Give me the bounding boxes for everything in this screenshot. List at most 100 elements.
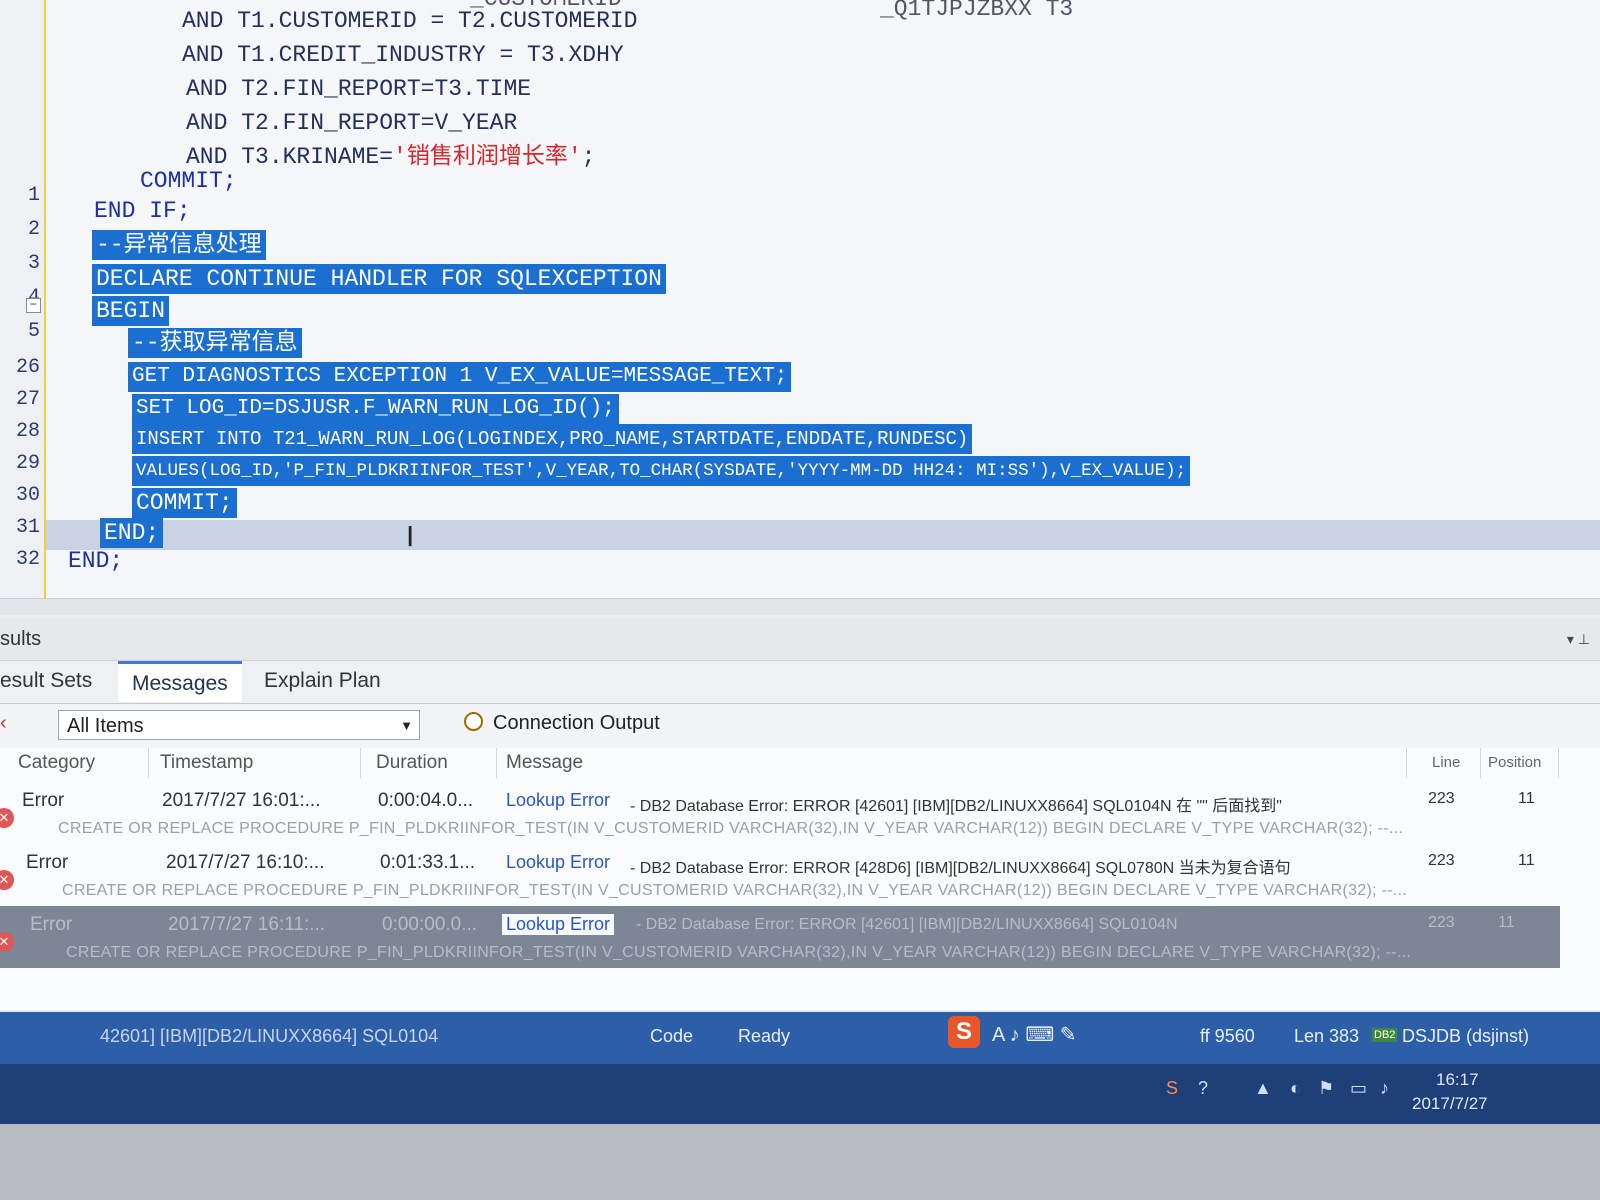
text-cursor-icon: I bbox=[406, 520, 415, 553]
results-header: sults ▾ ⊥ bbox=[0, 618, 1600, 661]
duration-cell: 0:00:04.0... bbox=[378, 790, 474, 811]
status-bar: 42601] [IBM][DB2/LINUXX8664] SQL0104 Cod… bbox=[0, 1012, 1600, 1064]
line-number: 3 bbox=[27, 252, 40, 275]
display-icon[interactable]: ▭ bbox=[1350, 1078, 1367, 1099]
column-header-category[interactable]: Category bbox=[18, 748, 149, 778]
network-icon[interactable]: ◐ bbox=[1290, 1078, 1301, 1099]
line-number: 30 bbox=[15, 484, 40, 507]
code-line: AND T2.FIN_REPORT=T3.TIME bbox=[186, 76, 532, 102]
position-cell: 11 bbox=[1518, 790, 1535, 807]
clock-time[interactable]: 16:17 bbox=[1436, 1070, 1479, 1090]
line-number: 28 bbox=[15, 420, 40, 443]
line-number: 1 bbox=[27, 184, 40, 207]
results-panel: sults ▾ ⊥ esult Sets Messages Explain Pl… bbox=[0, 618, 1600, 1010]
results-tabs: esult Sets Messages Explain Plan bbox=[0, 661, 1600, 704]
status-offset: ff 9560 bbox=[1200, 1026, 1255, 1046]
selected-code-line: --获取异常信息 bbox=[128, 328, 302, 358]
selected-code-line: GET DIAGNOSTICS EXCEPTION 1 V_EX_VALUE=M… bbox=[128, 362, 792, 392]
string-literal: '销售利润增长率' bbox=[393, 144, 582, 170]
sql-text-cell: CREATE OR REPLACE PROCEDURE P_FIN_PLDKRI… bbox=[62, 882, 1408, 899]
line-number: 26 bbox=[15, 356, 40, 379]
status-mode: Code bbox=[650, 1026, 694, 1046]
connection-output-label: Connection Output bbox=[493, 712, 660, 734]
column-header-line[interactable]: Line bbox=[1432, 748, 1481, 778]
sogou-tray-icon[interactable]: S bbox=[1166, 1078, 1178, 1099]
category-cell: Error bbox=[22, 790, 65, 811]
error-icon: ✕ bbox=[0, 870, 14, 890]
lookup-error-link[interactable]: Lookup Error bbox=[506, 852, 610, 873]
code-line: COMMIT; bbox=[140, 168, 237, 194]
line-number: 32 bbox=[15, 548, 40, 571]
sql-editor[interactable]: 1 2 3 4 5 26 27 28 29 30 31 32 − _CUSTOM… bbox=[0, 0, 1600, 615]
error-icon: ✕ bbox=[0, 932, 14, 952]
code-text: ; bbox=[581, 144, 596, 170]
pin-icon[interactable]: ▾ ⊥ bbox=[1567, 618, 1590, 660]
column-header-position[interactable]: Position bbox=[1488, 748, 1559, 778]
horizontal-scrollbar[interactable] bbox=[0, 598, 1600, 615]
column-header-duration[interactable]: Duration bbox=[376, 748, 497, 778]
message-cell: - DB2 Database Error: ERROR [42601] [IBM… bbox=[636, 916, 1178, 933]
selected-code-line: INSERT INTO T21_WARN_RUN_LOG(LOGINDEX,PR… bbox=[132, 424, 973, 454]
line-cell: 223 bbox=[1428, 852, 1455, 869]
position-cell: 11 bbox=[1518, 852, 1535, 869]
line-number: 29 bbox=[15, 452, 40, 475]
code-line: AND T1.CREDIT_INDUSTRY = T3.XDHY bbox=[182, 42, 624, 68]
code-line: AND T3.KRINAME='销售利润增长率'; bbox=[186, 142, 595, 172]
back-icon[interactable]: ‹ bbox=[0, 712, 7, 735]
connection-output-toggle[interactable]: Connection Output bbox=[464, 712, 660, 735]
line-number: 5 bbox=[27, 320, 40, 343]
message-filter-bar: ‹ All Items ▼ Connection Output bbox=[0, 704, 1600, 748]
messages-grid: Category Timestamp Duration Message Line… bbox=[0, 748, 1600, 1010]
help-icon[interactable]: ? bbox=[1198, 1078, 1208, 1099]
volume-icon[interactable]: ♪ bbox=[1380, 1078, 1389, 1099]
results-title: sults bbox=[0, 628, 42, 650]
tab-explain-plan[interactable]: Explain Plan bbox=[250, 661, 395, 701]
column-header-timestamp[interactable]: Timestamp bbox=[160, 748, 361, 778]
chevron-down-icon: ▼ bbox=[400, 718, 413, 733]
status-length: Len 383 bbox=[1294, 1026, 1360, 1046]
table-row[interactable]: ✕ Error 2017/7/27 16:01:... 0:00:04.0...… bbox=[0, 782, 1560, 844]
lookup-error-link[interactable]: Lookup Error bbox=[502, 914, 615, 935]
category-cell: Error bbox=[26, 852, 69, 873]
duration-cell: 0:00:00.0... bbox=[382, 914, 478, 935]
line-cell: 223 bbox=[1428, 914, 1455, 931]
status-error-text: 42601] [IBM][DB2/LINUXX8664] SQL0104 bbox=[100, 1026, 439, 1046]
line-cell: 223 bbox=[1428, 790, 1455, 807]
ime-toolbar-icons[interactable]: A ♪ ⌨ ✎ bbox=[992, 1022, 1077, 1047]
selected-code-line: VALUES(LOG_ID,'P_FIN_PLDKRIINFOR_TEST',V… bbox=[132, 456, 1191, 486]
category-cell: Error bbox=[30, 914, 73, 935]
selected-code-line: --异常信息处理 bbox=[92, 230, 266, 260]
windows-taskbar: S ? ▲ ◐ ⚑ ▭ ♪ 16:17 2017/7/27 bbox=[0, 1064, 1600, 1124]
radio-icon bbox=[464, 712, 483, 731]
column-header-message[interactable]: Message bbox=[506, 748, 1407, 778]
code-line: END; bbox=[68, 548, 124, 574]
selected-code-line: END; bbox=[100, 518, 164, 548]
line-number: 2 bbox=[27, 218, 40, 241]
sogou-ime-icon[interactable]: S bbox=[948, 1016, 980, 1048]
collapse-icon[interactable]: − bbox=[26, 298, 41, 313]
message-filter-select[interactable]: All Items ▼ bbox=[58, 710, 420, 740]
status-connection[interactable]: DSJDB (dsjinst) bbox=[1402, 1026, 1529, 1047]
show-hidden-icons-icon[interactable]: ▲ bbox=[1254, 1078, 1272, 1099]
clock-date[interactable]: 2017/7/27 bbox=[1412, 1094, 1488, 1114]
line-number: 31 bbox=[15, 516, 40, 539]
duration-cell: 0:01:33.1... bbox=[380, 852, 476, 873]
message-cell: - DB2 Database Error: ERROR [428D6] [IBM… bbox=[630, 860, 1291, 877]
current-line-highlight bbox=[46, 520, 1600, 550]
sql-text-cell: CREATE OR REPLACE PROCEDURE P_FIN_PLDKRI… bbox=[58, 820, 1404, 837]
line-number: 27 bbox=[15, 388, 40, 411]
selected-code-line: SET LOG_ID=DSJUSR.F_WARN_RUN_LOG_ID(); bbox=[132, 394, 619, 424]
timestamp-cell: 2017/7/27 16:01:... bbox=[162, 790, 321, 811]
flag-icon[interactable]: ⚑ bbox=[1318, 1078, 1334, 1099]
position-cell: 11 bbox=[1498, 914, 1515, 931]
lookup-error-link[interactable]: Lookup Error bbox=[506, 790, 610, 811]
tab-messages[interactable]: Messages bbox=[118, 661, 242, 702]
table-row-selected[interactable]: ✕ Error 2017/7/27 16:11:... 0:00:00.0...… bbox=[0, 906, 1560, 968]
line-number-gutter: 1 2 3 4 5 26 27 28 29 30 31 32 − bbox=[0, 0, 46, 615]
table-row[interactable]: ✕ Error 2017/7/27 16:10:... 0:01:33.1...… bbox=[0, 844, 1560, 906]
message-cell: - DB2 Database Error: ERROR [42601] [IBM… bbox=[630, 798, 1282, 815]
error-icon: ✕ bbox=[0, 808, 14, 828]
status-state: Ready bbox=[738, 1026, 791, 1046]
timestamp-cell: 2017/7/27 16:10:... bbox=[166, 852, 325, 873]
tab-result-sets[interactable]: esult Sets bbox=[0, 661, 106, 701]
